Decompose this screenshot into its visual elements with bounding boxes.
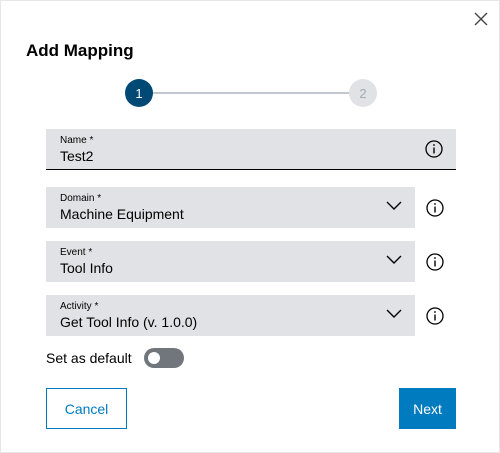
name-field-label: Name *: [60, 135, 94, 146]
dialog-title: Add Mapping: [26, 41, 134, 60]
chevron-down-icon: [386, 309, 402, 318]
domain-select-value: Machine Equipment: [60, 206, 184, 222]
close-icon: [474, 12, 488, 26]
chevron-down-icon: [386, 255, 402, 264]
domain-select[interactable]: Domain * Machine Equipment: [46, 187, 415, 228]
next-button[interactable]: Next: [399, 388, 456, 429]
event-select-label: Event *: [60, 247, 93, 258]
activity-select-label: Activity *: [60, 301, 99, 312]
step-2[interactable]: 2: [349, 79, 377, 107]
event-select[interactable]: Event * Tool Info: [46, 241, 415, 282]
stepper: 1 2: [125, 79, 377, 107]
toggle-knob: [148, 352, 160, 364]
event-info-icon[interactable]: [425, 252, 445, 272]
close-button[interactable]: [469, 7, 493, 31]
add-mapping-dialog: Add Mapping 1 2 Name * Test2 Domain * Ma…: [0, 0, 500, 453]
domain-info-icon[interactable]: [425, 198, 445, 218]
name-field[interactable]: Name * Test2: [46, 129, 456, 170]
cancel-button[interactable]: Cancel: [46, 388, 127, 429]
activity-select[interactable]: Activity * Get Tool Info (v. 1.0.0): [46, 295, 415, 336]
info-icon[interactable]: [424, 139, 444, 159]
set-default-label: Set as default: [46, 350, 132, 366]
chevron-down-icon: [386, 201, 402, 210]
event-select-value: Tool Info: [60, 260, 113, 276]
step-1[interactable]: 1: [125, 79, 153, 107]
name-field-value[interactable]: Test2: [60, 148, 93, 164]
domain-select-label: Domain *: [60, 193, 102, 204]
activity-select-value: Get Tool Info (v. 1.0.0): [60, 314, 198, 330]
set-default-toggle[interactable]: [144, 348, 184, 368]
activity-info-icon[interactable]: [425, 306, 445, 326]
stepper-line: [139, 92, 363, 94]
